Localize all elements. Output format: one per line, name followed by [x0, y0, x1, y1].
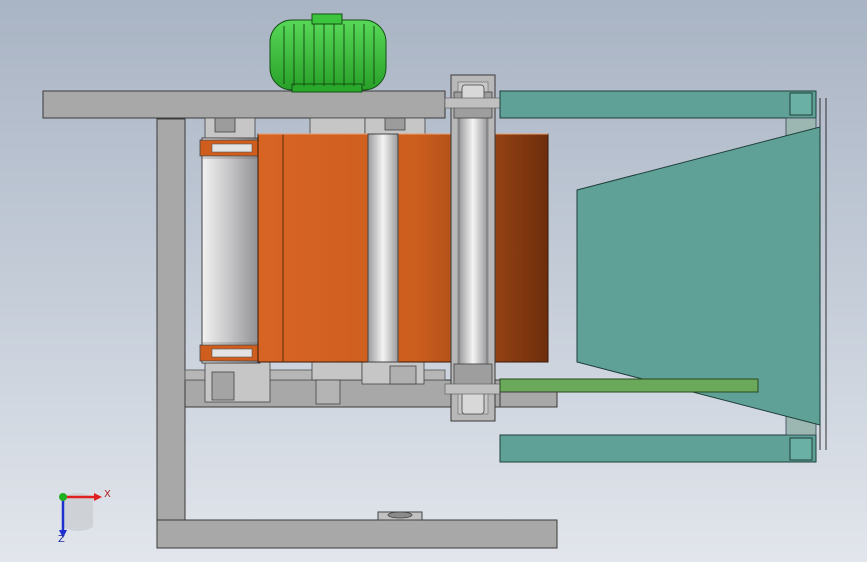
hopper-top-bar-end [789, 92, 813, 116]
base-fitting [377, 511, 423, 521]
left-idler-roller[interactable] [199, 137, 263, 364]
hopper-bottom-bar-end [789, 437, 813, 461]
conveyor-belt[interactable] [257, 133, 549, 363]
hopper-top-bar[interactable] [499, 90, 817, 119]
coordinate-triad-icon: X Z [58, 489, 111, 545]
triad-z-label: Z [58, 534, 65, 545]
frame-top-bar[interactable] [42, 90, 446, 119]
center-drive-roller[interactable] [367, 133, 399, 363]
frame-left-post[interactable] [156, 118, 186, 524]
drive-motor[interactable] [269, 13, 387, 93]
triad-x-label: X [104, 489, 111, 500]
hopper-bottom-bar[interactable] [499, 434, 817, 463]
guide-plate-support [499, 391, 558, 408]
bearing-column[interactable] [444, 74, 502, 422]
guide-plate[interactable] [499, 378, 759, 393]
cad-viewport[interactable]: X Z [0, 0, 867, 562]
frame-base-bar[interactable] [156, 519, 558, 549]
